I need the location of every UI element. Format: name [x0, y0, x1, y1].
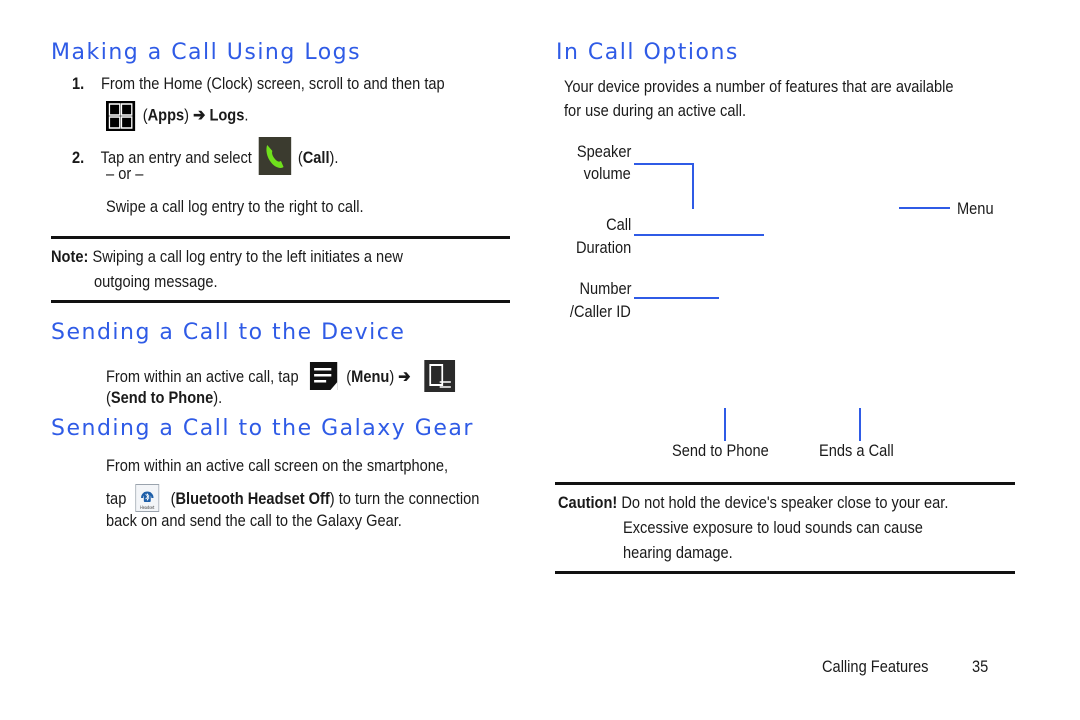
ends-a-call-line [859, 408, 861, 441]
callout-duration: Duration [575, 238, 631, 257]
callout-number: Number [578, 279, 631, 298]
callout-menu: Menu [957, 199, 994, 218]
page-number: 35 [972, 657, 989, 676]
note-top-rule [51, 236, 510, 239]
swipe-instruction: Swipe a call log entry to the right to c… [106, 197, 364, 216]
heading-in-call-options: In Call Options [556, 40, 739, 65]
callout-call: Call [605, 215, 631, 234]
note: Note: Swiping a call log entry to the le… [51, 247, 403, 267]
send-to-phone-icon [423, 360, 455, 392]
arrow: ➔ [189, 105, 210, 125]
step-number: 1. [72, 74, 85, 93]
callout-caller-id: /Caller ID [570, 302, 631, 321]
heading-making-a-call-using-logs: Making a Call Using Logs [51, 40, 362, 65]
callout-volume: volume [583, 164, 631, 183]
callout-ends-a-call: Ends a Call [819, 441, 894, 460]
send-to-phone-line: (Send to Phone). [106, 388, 222, 408]
heading-sending-call-to-galaxy-gear: Sending a Call to the Galaxy Gear [51, 416, 474, 441]
menu-icon [309, 362, 338, 390]
bluetooth-headset-icon: Headset [135, 484, 160, 512]
galaxy-gear-line-3: back on and send the call to the Galaxy … [106, 511, 402, 530]
send-to-phone-line [724, 408, 726, 441]
note-line-2: outgoing message. [94, 272, 218, 291]
galaxy-gear-line-2: tap Headset (Bluetooth Headset Off) to t… [106, 484, 479, 512]
menu-line [899, 207, 950, 209]
headset-caption: Headset [140, 506, 155, 510]
instruction-text: From within an active call, tap [106, 367, 299, 386]
note-label: Note: [51, 247, 89, 266]
caution-bottom-rule [555, 571, 1015, 574]
caller-id-line [634, 297, 719, 299]
tap-text: tap [106, 489, 127, 508]
footer-section-name: Calling Features [822, 657, 929, 676]
callout-speaker: Speaker [576, 142, 631, 161]
step-number: 2. [72, 148, 85, 167]
caution-line-2: Excessive exposure to loud sounds can ca… [623, 518, 923, 537]
or-separator: – or – [106, 164, 144, 183]
bluetooth-headset-off-label: Bluetooth Headset Off [175, 489, 330, 508]
step-1-continued: (Apps) ➔ Logs. [106, 101, 248, 131]
intro-line-2: for use during an active call. [564, 101, 747, 120]
note-bottom-rule [51, 300, 510, 303]
arrow: ➔ [394, 367, 415, 386]
step-1: 1. From the Home (Clock) screen, scroll … [72, 74, 445, 94]
period: . [244, 105, 249, 125]
intro-line-1: Your device provides a number of feature… [564, 77, 954, 96]
call-duration-line [634, 234, 764, 236]
apps-grid-icon [106, 101, 136, 131]
call-label: Call [302, 148, 330, 167]
caution-top-rule [555, 482, 1015, 485]
note-line-1: Swiping a call log entry to the left ini… [92, 247, 403, 266]
apps-label: Apps [147, 105, 185, 125]
galaxy-gear-line-1: From within an active call screen on the… [106, 456, 449, 475]
send-to-phone-label: Send to Phone [110, 388, 214, 407]
paren-end: ). [213, 388, 223, 407]
line-end: ) to turn the connection [329, 489, 480, 508]
heading-sending-call-to-device: Sending a Call to the Device [51, 320, 406, 345]
caution-line-1: Do not hold the device's speaker close t… [621, 493, 949, 512]
speaker-volume-line-v [692, 163, 694, 209]
callout-send-to-phone: Send to Phone [672, 441, 769, 460]
menu-label: Menu [351, 367, 390, 386]
step-text: From the Home (Clock) screen, scroll to … [100, 74, 445, 93]
paren-end: ). [329, 148, 339, 167]
caution-line-3: hearing damage. [623, 543, 733, 562]
logs-label: Logs [209, 105, 245, 125]
speaker-volume-line-h [634, 163, 694, 165]
caution-label: Caution! [558, 493, 618, 512]
phone-call-icon [258, 137, 292, 175]
caution: Caution! Do not hold the device's speake… [558, 493, 948, 513]
